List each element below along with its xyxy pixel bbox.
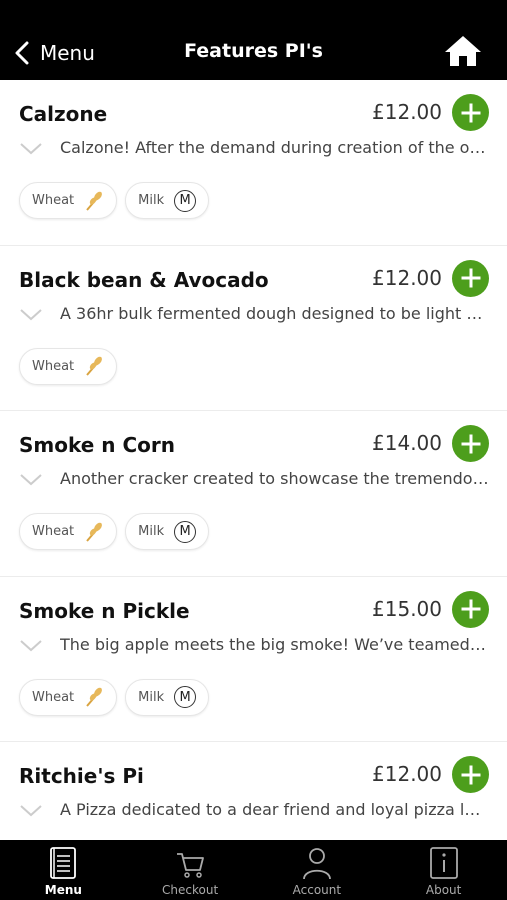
allergen-label: Wheat: [32, 524, 75, 539]
item-price: £12.00: [372, 265, 442, 290]
item-price: £14.00: [372, 431, 442, 455]
menu-item-list: Calzone £12.00 Calzone! After the demand…: [0, 80, 507, 840]
allergen-label: Wheat: [32, 689, 75, 705]
milk-icon: M: [174, 189, 197, 212]
chevron-down-icon[interactable]: [20, 639, 42, 653]
item-description: The big apple meets the big smoke! We’ve…: [60, 634, 489, 654]
tab-menu[interactable]: Menu: [0, 840, 127, 900]
chevron-down-icon[interactable]: [20, 142, 42, 156]
add-to-order-button[interactable]: [452, 94, 489, 131]
item-name: Ritchie's Pi: [19, 764, 144, 788]
top-bar: Menu Features PI's: [0, 0, 507, 80]
allergen-tag-milk: Milk M: [125, 513, 210, 550]
bottom-tab-bar: Menu Checkout Account About: [0, 840, 507, 900]
wheat-icon: [86, 687, 103, 707]
page-title: Features PI's: [184, 40, 323, 62]
allergen-tags: Wheat Milk M: [19, 678, 210, 716]
item-name: Smoke n Corn: [19, 433, 175, 457]
item-price: £12.00: [372, 100, 442, 124]
item-name: Black bean & Avocado: [19, 267, 269, 292]
item-description: Another cracker created to showcase the …: [60, 469, 489, 488]
add-to-order-button[interactable]: [452, 259, 489, 297]
add-to-order-button[interactable]: [452, 756, 489, 793]
allergen-tag-wheat: Wheat: [19, 182, 118, 219]
item-name: Smoke n Pickle: [19, 598, 190, 623]
add-to-order-button[interactable]: [452, 425, 489, 462]
allergen-tags: Wheat Milk M: [19, 513, 210, 550]
chevron-down-icon[interactable]: [20, 473, 42, 487]
tab-checkout[interactable]: Checkout: [127, 840, 254, 900]
tab-about[interactable]: About: [380, 840, 507, 900]
allergen-tag-milk: Milk M: [125, 678, 210, 716]
tab-label: About: [425, 883, 462, 897]
wheat-icon: [86, 191, 103, 211]
milk-icon: M: [174, 686, 197, 708]
allergen-tag-wheat: Wheat: [19, 513, 118, 550]
tab-label: Account: [292, 883, 342, 897]
allergen-tag-milk: Milk M: [125, 182, 210, 219]
home-icon[interactable]: [443, 34, 483, 68]
item-price: £15.00: [372, 596, 442, 621]
allergen-tag-wheat: Wheat: [19, 347, 118, 385]
item-description: A 36hr bulk fermented dough designed to …: [60, 303, 489, 323]
menu-item: Smoke n Pickle £15.00 The big apple meet…: [0, 577, 507, 742]
chevron-down-icon[interactable]: [20, 804, 42, 818]
menu-item: Smoke n Corn £14.00 Another cracker crea…: [0, 411, 507, 577]
add-to-order-button[interactable]: [452, 590, 489, 628]
menu-item: Ritchie's Pi £12.00 A Pizza dedicated to…: [0, 742, 507, 840]
info-icon: [429, 847, 458, 879]
wheat-icon: [86, 356, 103, 376]
allergen-tag-wheat: Wheat: [19, 678, 118, 716]
allergen-tags: Wheat: [19, 347, 118, 385]
user-icon: [302, 848, 331, 880]
allergen-label: Wheat: [32, 193, 75, 208]
item-description: Calzone! After the demand during creatio…: [60, 138, 489, 157]
item-description: A Pizza dedicated to a dear friend and l…: [60, 800, 489, 819]
allergen-label: Wheat: [32, 358, 75, 374]
allergen-label: Milk: [138, 524, 165, 539]
tab-label: Menu: [44, 883, 82, 897]
tab-account[interactable]: Account: [254, 840, 381, 900]
item-name: Calzone: [19, 102, 108, 126]
wheat-icon: [86, 522, 103, 542]
tab-label: Checkout: [162, 883, 219, 897]
menu-item: Calzone £12.00 Calzone! After the demand…: [0, 80, 507, 246]
menu-book-icon: [50, 847, 77, 879]
allergen-label: Milk: [138, 689, 165, 705]
chevron-down-icon[interactable]: [20, 308, 42, 322]
item-price: £12.00: [372, 762, 442, 786]
menu-item: Black bean & Avocado £12.00 A 36hr bulk …: [0, 246, 507, 411]
allergen-tags: Wheat Milk M: [19, 182, 210, 219]
cart-icon: [177, 853, 205, 878]
allergen-label: Milk: [138, 193, 165, 208]
milk-icon: M: [174, 520, 197, 543]
